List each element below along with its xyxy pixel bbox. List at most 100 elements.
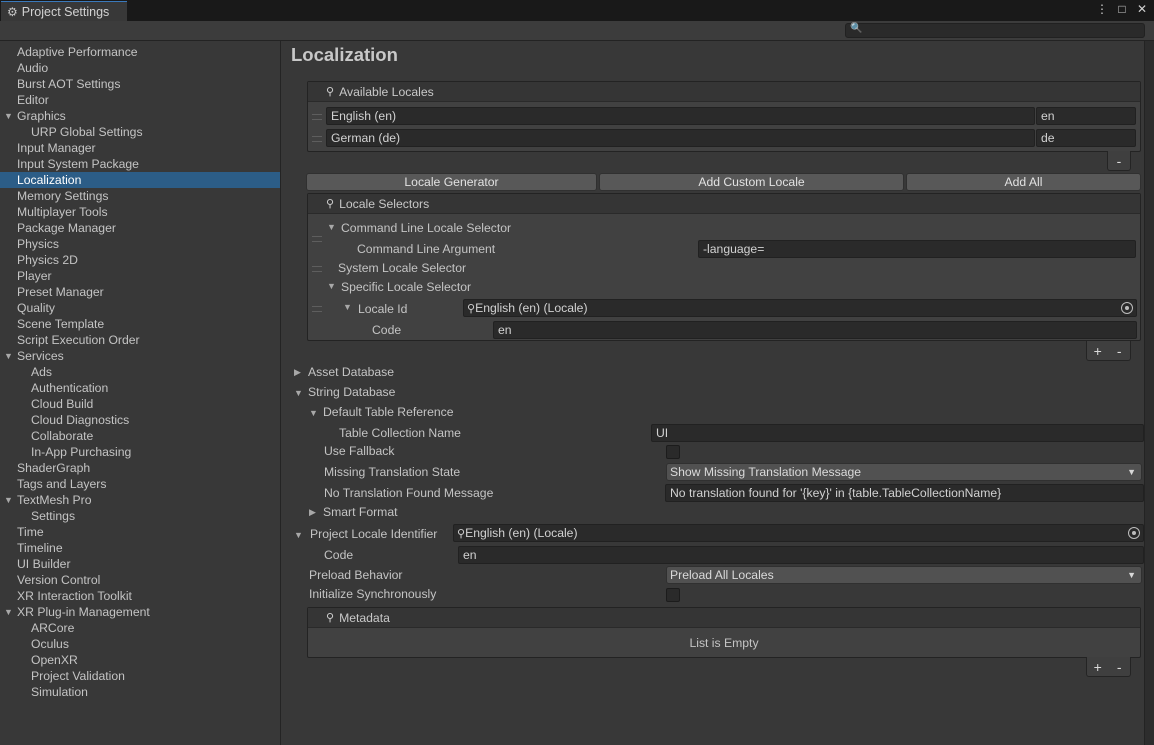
sidebar-item-cloud-diagnostics[interactable]: Cloud Diagnostics <box>0 412 280 428</box>
add-custom-locale-button[interactable]: Add Custom Locale <box>599 173 904 191</box>
sidebar-item-time[interactable]: Time <box>0 524 280 540</box>
drag-handle-icon[interactable] <box>312 306 322 312</box>
sidebar-item-player[interactable]: Player <box>0 268 280 284</box>
asset-database-foldout[interactable]: Asset Database <box>308 364 394 380</box>
preload-behavior-dropdown[interactable]: Preload All Locales ▼ <box>666 566 1142 584</box>
expand-arrow-icon[interactable]: ▼ <box>294 388 303 398</box>
sidebar-item-physics[interactable]: Physics <box>0 236 280 252</box>
sidebar-item-services[interactable]: ▼ Services <box>0 348 280 364</box>
locale-generator-button[interactable]: Locale Generator <box>306 173 597 191</box>
metadata-icon: ⚲ <box>326 612 335 624</box>
expand-arrow-icon[interactable]: ▼ <box>4 492 13 508</box>
sidebar-item-urp-global[interactable]: URP Global Settings <box>0 124 280 140</box>
sidebar-item-textmesh-pro[interactable]: ▼ TextMesh Pro <box>0 492 280 508</box>
dropdown-value: Preload All Locales <box>670 568 774 582</box>
sidebar-item-graphics[interactable]: ▼ Graphics <box>0 108 280 124</box>
default-table-reference-foldout[interactable]: Default Table Reference <box>323 404 454 420</box>
expand-arrow-icon[interactable]: ▼ <box>327 222 336 232</box>
drag-handle-icon[interactable] <box>312 114 322 120</box>
missing-translation-state-dropdown[interactable]: Show Missing Translation Message ▼ <box>666 463 1142 481</box>
sidebar-item-script-execution-order[interactable]: Script Execution Order <box>0 332 280 348</box>
table-collection-name-field[interactable]: UI <box>651 424 1144 442</box>
locale-id-object-field[interactable]: ⚲English (en) (Locale) <box>463 299 1137 317</box>
search-input[interactable]: 🔍 <box>845 23 1145 38</box>
sidebar-item-input-system[interactable]: Input System Package <box>0 156 280 172</box>
expand-arrow-icon[interactable]: ▼ <box>294 530 303 540</box>
available-locales-header[interactable]: ⚲ Available Locales <box>308 82 1140 102</box>
drag-handle-icon[interactable] <box>312 136 322 142</box>
string-database-foldout[interactable]: String Database <box>308 384 395 400</box>
locale-name-field[interactable]: German (de) <box>326 129 1035 147</box>
add-all-button[interactable]: Add All <box>906 173 1141 191</box>
sidebar-item-xr-interaction-toolkit[interactable]: XR Interaction Toolkit <box>0 588 280 604</box>
expand-arrow-icon[interactable]: ▼ <box>343 302 352 312</box>
sidebar-item-simulation[interactable]: Simulation <box>0 684 280 700</box>
project-locale-object-field[interactable]: ⚲English (en) (Locale) <box>453 524 1144 542</box>
collapse-arrow-icon[interactable]: ▶ <box>309 507 316 518</box>
sidebar-item-ads[interactable]: Ads <box>0 364 280 380</box>
sidebar-item-oculus[interactable]: Oculus <box>0 636 280 652</box>
sidebar-item-arcore[interactable]: ARCore <box>0 620 280 636</box>
locale-code-field[interactable]: en <box>1036 107 1136 125</box>
sidebar-item-audio[interactable]: Audio <box>0 60 280 76</box>
sidebar-item-shadergraph[interactable]: ShaderGraph <box>0 460 280 476</box>
sidebar-item-tags-layers[interactable]: Tags and Layers <box>0 476 280 492</box>
menu-icon[interactable]: ⋮ <box>1096 2 1108 16</box>
object-picker-icon[interactable] <box>1128 527 1140 539</box>
drag-handle-icon[interactable] <box>312 266 322 272</box>
initialize-synchronously-checkbox[interactable] <box>666 588 680 602</box>
sidebar-item-openxr[interactable]: OpenXR <box>0 652 280 668</box>
sidebar-item-preset-manager[interactable]: Preset Manager <box>0 284 280 300</box>
locale-selectors-header[interactable]: ⚲ Locale Selectors <box>308 194 1140 214</box>
sidebar-item-collaborate[interactable]: Collaborate <box>0 428 280 444</box>
expand-arrow-icon[interactable]: ▼ <box>309 408 318 418</box>
sidebar-item-quality[interactable]: Quality <box>0 300 280 316</box>
close-icon[interactable]: ✕ <box>1136 2 1148 16</box>
expand-arrow-icon[interactable]: ▼ <box>4 604 13 620</box>
remove-metadata-button[interactable]: - <box>1112 659 1126 675</box>
locale-name-field[interactable]: English (en) <box>326 107 1035 125</box>
sidebar-item-cloud-build[interactable]: Cloud Build <box>0 396 280 412</box>
use-fallback-checkbox[interactable] <box>666 445 680 459</box>
locale-code-field[interactable]: de <box>1036 129 1136 147</box>
drag-handle-icon[interactable] <box>312 236 322 242</box>
sidebar-item-xr-plugin-management[interactable]: ▼ XR Plug-in Management <box>0 604 280 620</box>
sidebar-item-editor[interactable]: Editor <box>0 92 280 108</box>
collapse-arrow-icon[interactable]: ▶ <box>294 367 301 378</box>
sidebar-item-tmp-settings[interactable]: Settings <box>0 508 280 524</box>
code-field[interactable]: en <box>493 321 1137 339</box>
project-settings-tab[interactable]: ⚙ Project Settings <box>1 1 127 22</box>
sidebar-item-in-app-purchasing[interactable]: In-App Purchasing <box>0 444 280 460</box>
smart-format-foldout[interactable]: Smart Format <box>323 504 398 520</box>
sidebar-item-adaptive-performance[interactable]: Adaptive Performance <box>0 44 280 60</box>
no-translation-found-field[interactable]: No translation found for '{key}' in {tab… <box>665 484 1144 502</box>
expand-arrow-icon[interactable]: ▼ <box>4 348 13 364</box>
expand-arrow-icon[interactable]: ▼ <box>327 281 336 291</box>
locale-selectors-panel: ⚲ Locale Selectors ▼ Command Line Locale… <box>307 193 1141 341</box>
sidebar-item-ui-builder[interactable]: UI Builder <box>0 556 280 572</box>
sidebar-item-physics-2d[interactable]: Physics 2D <box>0 252 280 268</box>
sidebar-item-authentication[interactable]: Authentication <box>0 380 280 396</box>
object-picker-icon[interactable] <box>1121 302 1133 314</box>
sidebar-item-version-control[interactable]: Version Control <box>0 572 280 588</box>
sidebar-item-burst-aot[interactable]: Burst AOT Settings <box>0 76 280 92</box>
expand-arrow-icon[interactable]: ▼ <box>4 108 13 124</box>
sidebar-item-project-validation[interactable]: Project Validation <box>0 668 280 684</box>
project-locale-code-field[interactable]: en <box>458 546 1144 564</box>
add-metadata-button[interactable]: + <box>1091 659 1105 675</box>
remove-selector-button[interactable]: - <box>1112 343 1126 359</box>
metadata-header[interactable]: ⚲ Metadata <box>308 608 1140 628</box>
sidebar-item-package-manager[interactable]: Package Manager <box>0 220 280 236</box>
project-locale-value: English (en) (Locale) <box>465 526 578 540</box>
sidebar-item-memory[interactable]: Memory Settings <box>0 188 280 204</box>
maximize-icon[interactable]: □ <box>1116 2 1128 16</box>
sidebar-item-timeline[interactable]: Timeline <box>0 540 280 556</box>
add-selector-button[interactable]: + <box>1091 343 1105 359</box>
command-line-argument-field[interactable]: -language= <box>698 240 1136 258</box>
remove-locale-button[interactable]: - <box>1112 153 1126 169</box>
sidebar-item-input-manager[interactable]: Input Manager <box>0 140 280 156</box>
sidebar-item-scene-template[interactable]: Scene Template <box>0 316 280 332</box>
sidebar-item-multiplayer-tools[interactable]: Multiplayer Tools <box>0 204 280 220</box>
sidebar-item-localization[interactable]: Localization <box>0 172 280 188</box>
preload-behavior-label: Preload Behavior <box>309 568 403 582</box>
